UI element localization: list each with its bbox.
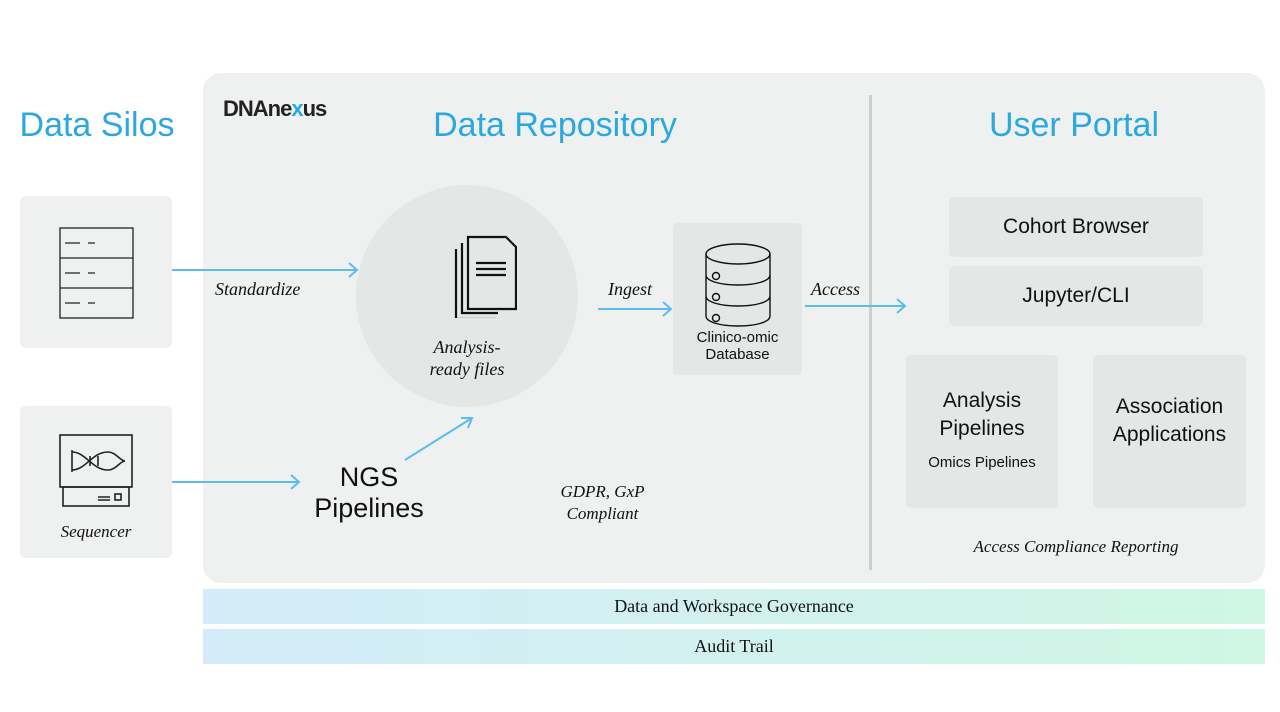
association-applications[interactable]: Association Applications bbox=[1093, 355, 1246, 508]
access-compliance-reporting: Access Compliance Reporting bbox=[973, 537, 1179, 556]
association-applications-label: Association Applications bbox=[1112, 395, 1227, 446]
data-silos-title: Data Silos bbox=[19, 106, 175, 144]
access-label: Access bbox=[811, 279, 860, 299]
omics-pipelines-label: Omics Pipelines bbox=[928, 454, 1036, 471]
user-portal-title: User Portal bbox=[988, 106, 1160, 144]
documents-icon bbox=[454, 235, 517, 318]
data-silo-storage bbox=[20, 196, 172, 348]
ngs-pipelines: NGS Pipelines bbox=[314, 462, 424, 523]
data-silo-sequencer: Sequencer bbox=[20, 406, 172, 558]
standardize-label: Standardize bbox=[215, 279, 301, 299]
analysis-pipelines-label: Analysis Pipelines bbox=[939, 389, 1025, 440]
compliance-label: GDPR, GxP Compliant bbox=[560, 482, 645, 523]
sequencer-icon bbox=[59, 434, 133, 507]
analysis-ready-files-label: Analysis-ready files bbox=[429, 337, 505, 379]
audit-trail-bar: Audit Trail bbox=[203, 629, 1265, 664]
server-icon bbox=[59, 227, 134, 319]
sequencer-label: Sequencer bbox=[60, 522, 132, 541]
data-repository-title: Data Repository bbox=[433, 106, 677, 144]
governance-bar: Data and Workspace Governance bbox=[203, 589, 1265, 624]
database-label: Clinico-omic Database bbox=[696, 329, 779, 363]
divider bbox=[869, 95, 872, 570]
dnanexus-logo: DNAnexus bbox=[223, 96, 327, 121]
jupyter-cli-label: Jupyter/CLI bbox=[1022, 284, 1130, 307]
cohort-browser[interactable]: Cohort Browser bbox=[949, 197, 1203, 257]
jupyter-cli[interactable]: Jupyter/CLI bbox=[949, 266, 1203, 326]
analysis-ready-files-node: Analysis-ready files bbox=[356, 185, 578, 407]
analysis-pipelines[interactable]: Analysis Pipelines Omics Pipelines bbox=[906, 355, 1058, 508]
ingest-label: Ingest bbox=[608, 279, 652, 299]
clinico-omic-database: Clinico-omic Database bbox=[673, 223, 802, 375]
cohort-browser-label: Cohort Browser bbox=[1003, 215, 1149, 238]
database-icon bbox=[705, 243, 771, 327]
